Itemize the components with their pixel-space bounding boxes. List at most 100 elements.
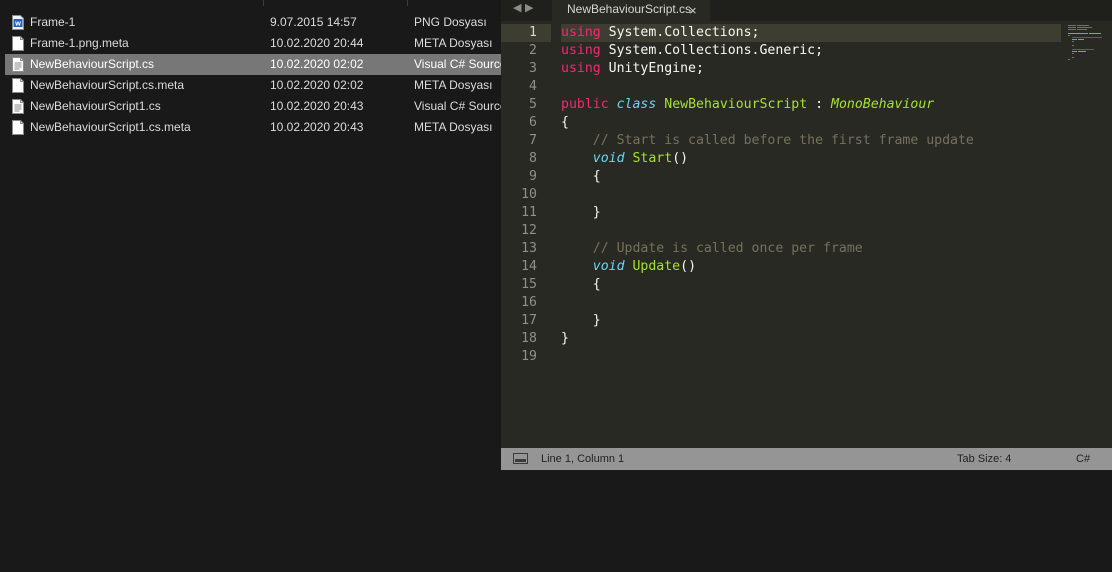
code-line[interactable]: void Update() (561, 258, 1061, 276)
file-name: NewBehaviourScript1.cs (30, 99, 161, 113)
code-line[interactable]: using System.Collections.Generic; (561, 42, 1061, 60)
code-token: using (561, 43, 601, 58)
code-token: class (616, 97, 657, 112)
code-line[interactable] (561, 294, 1061, 312)
line-number: 8 (529, 151, 537, 166)
tab-bar: ◀ ▶ NewBehaviourScript.cs × (501, 0, 1112, 21)
code-line[interactable] (561, 78, 1061, 96)
line-number: 2 (529, 43, 537, 58)
code-token: MonoBehaviour (831, 97, 935, 112)
code-token: // Start is called before the first fram… (561, 133, 974, 148)
file-row[interactable]: NewBehaviourScript.cs.meta 10.02.2020 02:… (5, 75, 501, 96)
file-row[interactable]: W Frame-1 9.07.2015 14:57 PNG Dosyası (5, 12, 501, 33)
line-number: 1 (501, 24, 551, 42)
code-line[interactable]: void Start() (561, 150, 1061, 168)
code-token: Update (632, 259, 681, 274)
cursor-position[interactable]: Line 1, Column 1 (541, 448, 624, 470)
file-icon (12, 120, 24, 135)
line-number: 7 (529, 133, 537, 148)
code-token: } (561, 331, 569, 346)
code-token: () (672, 151, 689, 166)
status-bar: Line 1, Column 1 Tab Size: 4 C# (501, 448, 1112, 470)
code-line[interactable]: { (561, 168, 1061, 186)
file-name: Frame-1.png.meta (30, 36, 129, 50)
column-separator[interactable] (407, 0, 408, 6)
code-line[interactable]: // Start is called before the first fram… (561, 132, 1061, 150)
code-line[interactable] (561, 186, 1061, 204)
file-row[interactable]: NewBehaviourScript1.cs.meta 10.02.2020 20… (5, 117, 501, 138)
line-number: 18 (521, 331, 537, 346)
code-line[interactable]: } (561, 204, 1061, 222)
code-line[interactable]: } (561, 330, 1061, 348)
file-row[interactable]: NewBehaviourScript.cs 10.02.2020 02:02 Vis… (5, 54, 501, 75)
code-line[interactable]: } (561, 312, 1061, 330)
column-separator[interactable] (263, 0, 264, 6)
file-type: META Dosyası (414, 120, 493, 134)
code-token: UnityEngine; (600, 61, 704, 76)
file-type: PNG Dosyası (414, 15, 487, 29)
code-token: { (561, 277, 601, 292)
line-number: 19 (521, 349, 537, 364)
minimap[interactable] (1066, 24, 1112, 64)
code-line[interactable]: using System.Collections; (561, 24, 1061, 42)
code-editor-window: ◀ ▶ NewBehaviourScript.cs × 1 2 3 4 5 6 7 8 9 10 1… (501, 0, 1112, 470)
code-token: System.Collections.Generic; (600, 43, 824, 58)
file-row[interactable]: Frame-1.png.meta 10.02.2020 20:44 META Dos… (5, 33, 501, 54)
file-date: 10.02.2020 20:43 (270, 120, 364, 134)
code-line[interactable]: { (561, 114, 1061, 132)
file-name: Frame-1 (30, 15, 76, 29)
png-image-icon: W (12, 15, 24, 30)
code-token: : (807, 97, 831, 112)
code-token: using (561, 61, 601, 76)
code-token: { (561, 115, 569, 130)
code-area[interactable]: using System.Collections; using System.Co… (561, 24, 1061, 366)
code-line[interactable] (561, 222, 1061, 240)
syntax-selector[interactable]: C# (1076, 448, 1090, 470)
code-token: NewBehaviourScript (664, 97, 808, 112)
file-explorer: W Frame-1 9.07.2015 14:57 PNG Dosyası Frame-… (0, 0, 501, 572)
tab-size-selector[interactable]: Tab Size: 4 (957, 448, 1011, 470)
line-number: 11 (521, 205, 537, 220)
svg-text:W: W (15, 22, 21, 28)
file-type: Visual C# Source (414, 99, 501, 113)
file-date: 10.02.2020 02:02 (270, 78, 364, 92)
nav-forward-icon[interactable]: ▶ (525, 1, 533, 15)
line-number: 5 (529, 97, 537, 112)
file-name: NewBehaviourScript.cs (30, 57, 155, 71)
code-token: void (592, 259, 625, 274)
file-type: META Dosyası (414, 78, 493, 92)
close-icon[interactable]: × (689, 1, 697, 20)
file-type: META Dosyası (414, 36, 493, 50)
line-number: 17 (521, 313, 537, 328)
tab-newbehaviourscript[interactable]: NewBehaviourScript.cs × (552, 0, 710, 21)
line-number: 4 (529, 79, 537, 94)
panel-toggle-icon[interactable] (513, 453, 528, 464)
code-token: public (561, 97, 609, 112)
nav-back-icon[interactable]: ◀ (513, 1, 521, 15)
file-date: 10.02.2020 20:44 (270, 36, 364, 50)
tab-label: NewBehaviourScript.cs (567, 2, 692, 16)
file-name: NewBehaviourScript.cs.meta (30, 78, 185, 92)
code-token: () (680, 259, 697, 274)
file-row[interactable]: NewBehaviourScript1.cs 10.02.2020 20:43 Vi… (5, 96, 501, 117)
code-line[interactable] (561, 348, 1061, 366)
line-number: 13 (521, 241, 537, 256)
text-file-icon (12, 57, 24, 72)
code-token: void (592, 151, 625, 166)
file-icon (12, 78, 24, 93)
file-icon (12, 36, 24, 51)
file-type: Visual C# Source (414, 57, 501, 71)
code-line[interactable]: // Update is called once per frame (561, 240, 1061, 258)
code-line[interactable]: using UnityEngine; (561, 60, 1061, 78)
code-token: { (561, 169, 601, 184)
line-number: 15 (521, 277, 537, 292)
file-date: 10.02.2020 20:43 (270, 99, 364, 113)
code-line[interactable]: { (561, 276, 1061, 294)
line-number: 14 (521, 259, 537, 274)
code-token: Start (632, 151, 673, 166)
code-token: System.Collections; (600, 25, 760, 40)
file-name: NewBehaviourScript1.cs.meta (30, 120, 191, 134)
code-token: using (561, 25, 601, 40)
code-line[interactable]: public class NewBehaviourScript : MonoBe… (561, 96, 1061, 114)
